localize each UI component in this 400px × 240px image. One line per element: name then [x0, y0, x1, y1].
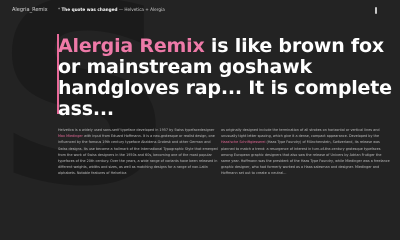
body-left-line: designer — [199, 128, 215, 132]
foundry-link[interactable]: Haas'sche Schriftgiesserei — [221, 140, 265, 144]
body-left-line: with input from Eduard Hoffmann. It is a… — [82, 134, 183, 139]
body-right-line: (Haas Type Foundry) of Münchenstein, Swi… — [265, 140, 354, 145]
body-right-line: by the — [367, 134, 380, 139]
body-text-right-column: as originally designed include the termi… — [221, 127, 391, 177]
menu-bar-icon — [375, 6, 377, 14]
notice-font-ref: Helvetica + Alergia — [124, 7, 165, 12]
notice-label: The quote was changed — [61, 7, 118, 12]
quote-changed-notice: * The quote was changed — Helvetica + Al… — [58, 7, 165, 12]
headline-accent: Alergia Remix — [58, 35, 205, 57]
menu-toggle-button[interactable] — [372, 6, 380, 14]
body-text-left-column: Helvetica is a widely used sans-serif ty… — [58, 127, 218, 177]
body-left-line: Helvetica is a widely used sans-serif ty… — [58, 128, 200, 132]
body-right-line: as originally designed include the termi… — [221, 128, 373, 132]
designer-link[interactable]: Max Miedinger — [58, 134, 83, 138]
app-title: Alegria_Remix — [12, 7, 48, 13]
headline-quote[interactable]: Alergia Remix is like brown fox or mains… — [58, 36, 398, 120]
top-bar: Alegria_Remix * The quote was changed — … — [0, 0, 400, 22]
